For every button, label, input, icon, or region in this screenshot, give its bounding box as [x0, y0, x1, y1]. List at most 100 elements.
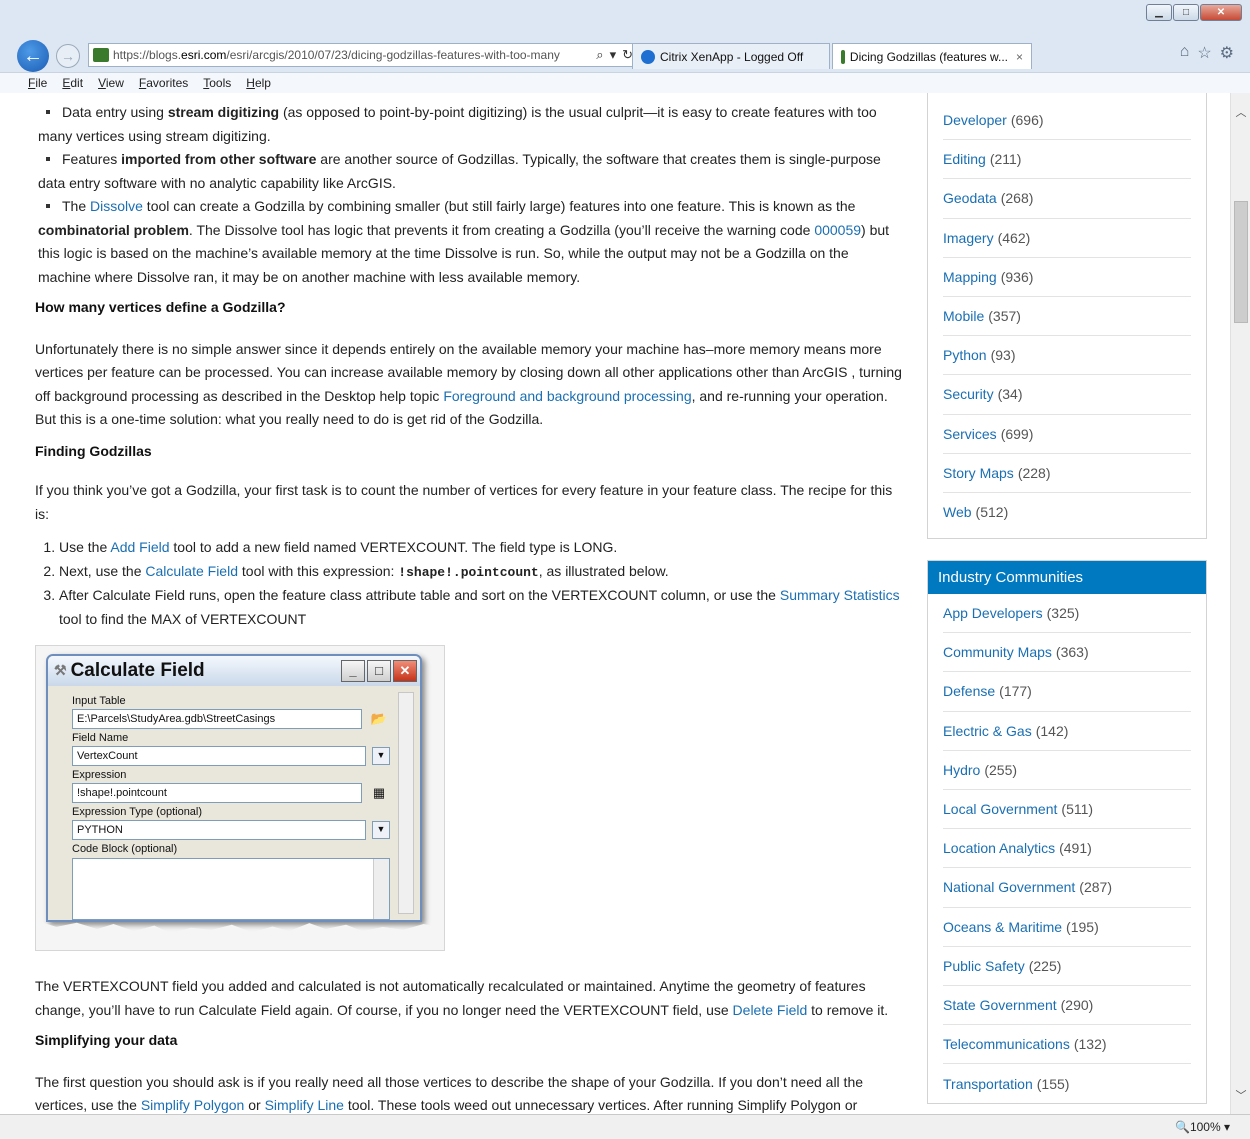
add-field-link[interactable]: Add Field — [110, 539, 169, 555]
sidebar-item-web[interactable]: Web (512) — [943, 493, 1191, 532]
sidebar-item-transportation[interactable]: Transportation (155) — [943, 1064, 1191, 1103]
search-icon[interactable]: ⌕ — [596, 47, 603, 63]
arrow-left-icon: ← — [23, 44, 43, 67]
page-scrollbar[interactable]: ︿ ﹀ — [1230, 93, 1250, 1114]
sidebar-item-public-safety[interactable]: Public Safety (225) — [943, 947, 1191, 986]
sidebar-item-imagery[interactable]: Imagery (462) — [943, 219, 1191, 258]
list-item: Next, use the Calculate Field tool with … — [59, 560, 905, 585]
warning-code-link[interactable]: 000059 — [814, 222, 861, 238]
categories-widget: Developer (696) Editing (211) Geodata (268)… — [927, 93, 1207, 539]
expression-type-field: PYTHON — [72, 820, 366, 840]
list-item: Features imported from other software ar… — [38, 151, 881, 191]
dropdown-icon[interactable]: ▾ — [610, 47, 617, 63]
simplify-line-link[interactable]: Simplify Line — [265, 1097, 344, 1113]
sidebar-item-location-analytics[interactable]: Location Analytics (491) — [943, 829, 1191, 869]
menu-file[interactable]: File — [28, 76, 47, 90]
field-name-label: Field Name — [72, 732, 129, 744]
menu-help[interactable]: Help — [246, 76, 271, 90]
heading-simplifying: Simplifying your data — [35, 1032, 178, 1048]
input-table-field: E:\Parcels\StudyArea.gdb\StreetCasings — [72, 709, 362, 729]
dialog-title: Calculate Field — [70, 660, 205, 682]
list-item: After Calculate Field runs, open the fea… — [59, 584, 905, 631]
forward-button[interactable]: → — [56, 44, 80, 68]
calculator-icon: ▦ — [372, 785, 386, 800]
url-text[interactable]: https://blogs.esri.com/esri/arcgis/2010/… — [113, 48, 590, 62]
arrow-right-icon: → — [61, 48, 75, 64]
article-body: Data entry using stream digitizing (as o… — [35, 93, 905, 1113]
sidebar-item-mapping[interactable]: Mapping (936) — [943, 258, 1191, 297]
code-block-label: Code Block (optional) — [72, 843, 178, 855]
foreground-background-link[interactable]: Foreground and background processing — [443, 388, 691, 404]
menu-favorites[interactable]: Favorites — [139, 76, 188, 90]
calculate-field-link[interactable]: Calculate Field — [145, 563, 238, 579]
sidebar-item-national-government[interactable]: National Government (287) — [943, 868, 1191, 908]
scroll-thumb[interactable] — [1234, 201, 1248, 323]
sidebar-item-services[interactable]: Services (699) — [943, 415, 1191, 454]
home-icon[interactable]: ⌂ — [1180, 43, 1190, 63]
tab-citrix[interactable]: Citrix XenApp - Logged Off — [632, 43, 830, 69]
sidebar-item-defense[interactable]: Defense (177) — [943, 672, 1191, 712]
list-item: Data entry using stream digitizing (as o… — [38, 104, 877, 144]
menu-bar: File Edit View Favorites Tools Help — [0, 72, 1250, 93]
magnifier-icon: 🔍 — [1174, 1120, 1190, 1134]
tab-label: Dicing Godzillas (features w... — [849, 49, 1008, 64]
zoom-level[interactable]: 🔍100% ▾ — [1175, 1120, 1230, 1134]
hammer-icon: ⚒ — [54, 662, 67, 679]
address-bar[interactable]: https://blogs.esri.com/esri/arcgis/2010/… — [88, 43, 640, 67]
sidebar-item-app-developers[interactable]: App Developers (325) — [943, 594, 1191, 634]
scroll-up-icon[interactable]: ︿ — [1231, 103, 1250, 121]
sidebar-item-python[interactable]: Python (93) — [943, 336, 1191, 376]
sidebar-item-story-maps[interactable]: Story Maps (228) — [943, 454, 1191, 493]
sidebar-item-oceans-maritime[interactable]: Oceans & Maritime (195) — [943, 908, 1191, 947]
scroll-down-icon[interactable]: ﹀ — [1231, 1086, 1250, 1104]
minimize-button[interactable]: ▁ — [1146, 4, 1172, 21]
sidebar-item-state-government[interactable]: State Government (290) — [943, 986, 1191, 1026]
status-bar: 🔍100% ▾ — [0, 1114, 1250, 1139]
window-controls: ▁ □ ✕ — [1145, 4, 1242, 21]
back-button[interactable]: ← — [17, 40, 49, 72]
sidebar-item-geodata[interactable]: Geodata (268) — [943, 179, 1191, 219]
steps-list: Use the Add Field tool to add a new fiel… — [35, 536, 905, 631]
menu-edit[interactable]: Edit — [62, 76, 83, 90]
sidebar-item-editing[interactable]: Editing (211) — [943, 140, 1191, 180]
expression-label: Expression — [72, 769, 127, 781]
calculate-field-image: ⚒ Calculate Field _ □ ✕ Input Table E:\P… — [35, 645, 445, 951]
input-table-label: Input Table — [72, 695, 126, 707]
sidebar-item-security[interactable]: Security (34) — [943, 375, 1191, 415]
tab-close-icon[interactable]: × — [1016, 50, 1023, 64]
industry-widget: Industry Communities App Developers (325)… — [927, 560, 1207, 1105]
simplify-polygon-link[interactable]: Simplify Polygon — [141, 1097, 245, 1113]
page-content: Data entry using stream digitizing (as o… — [0, 93, 1230, 1114]
paragraph: The first question you should ask is if … — [35, 1073, 864, 1114]
dialog-maximize-icon: □ — [367, 660, 391, 682]
sidebar-item-electric-gas[interactable]: Electric & Gas (142) — [943, 712, 1191, 751]
sidebar-item-mobile[interactable]: Mobile (357) — [943, 297, 1191, 337]
favorites-star-icon[interactable]: ☆ — [1197, 43, 1211, 63]
paragraph: If you think you’ve got a Godzilla, your… — [35, 482, 893, 522]
browser-tool-icons: ⌂ ☆ ⚙ — [1180, 43, 1234, 63]
industry-communities-header: Industry Communities — [928, 561, 1206, 594]
sidebar-item-hydro[interactable]: Hydro (255) — [943, 751, 1191, 790]
navigation-row: ← → https://blogs.esri.com/esri/arcgis/2… — [12, 39, 1242, 72]
sidebar-item-developer[interactable]: Developer (696) — [943, 101, 1191, 141]
dialog-minimize-icon: _ — [341, 660, 365, 682]
calculate-field-dialog: ⚒ Calculate Field _ □ ✕ Input Table E:\P… — [46, 654, 422, 922]
expression-field: !shape!.pointcount — [72, 783, 362, 803]
sidebar-item-telecommunications[interactable]: Telecommunications (132) — [943, 1025, 1191, 1065]
gear-icon[interactable]: ⚙ — [1220, 43, 1234, 63]
sidebar-item-local-government[interactable]: Local Government (511) — [943, 790, 1191, 830]
citrix-icon — [641, 49, 655, 64]
summary-statistics-link[interactable]: Summary Statistics — [780, 587, 900, 603]
folder-icon: 📂 — [370, 711, 388, 726]
close-window-button[interactable]: ✕ — [1200, 4, 1242, 21]
delete-field-link[interactable]: Delete Field — [733, 1002, 808, 1018]
menu-view[interactable]: View — [98, 76, 124, 90]
site-favicon-icon — [93, 48, 109, 62]
chevron-down-icon: ▼ — [372, 820, 390, 839]
menu-tools[interactable]: Tools — [203, 76, 231, 90]
sidebar-item-community-maps[interactable]: Community Maps (363) — [943, 633, 1191, 673]
dissolve-link[interactable]: Dissolve — [90, 198, 143, 214]
tab-dicing-godzillas[interactable]: Dicing Godzillas (features w... × — [832, 43, 1032, 69]
heading-finding: Finding Godzillas — [35, 442, 152, 459]
maximize-button[interactable]: □ — [1173, 4, 1199, 21]
